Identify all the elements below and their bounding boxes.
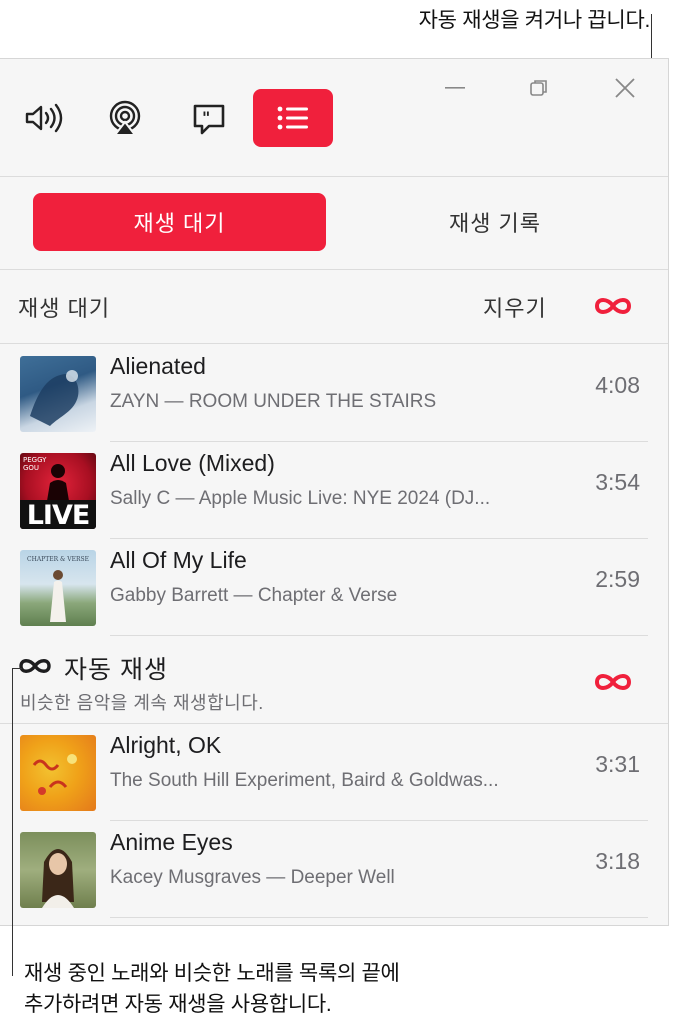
track-title: Alright, OK — [110, 732, 222, 758]
track-duration: 3:54 — [595, 469, 640, 495]
autoplay-infinity-icon — [18, 652, 52, 682]
close-icon — [615, 78, 635, 98]
track-title: All Of My Life — [110, 547, 247, 573]
infinity-icon — [594, 298, 632, 314]
track-artist-album: Sally C — Apple Music Live: NYE 2024 (DJ… — [110, 488, 491, 509]
lyrics-button[interactable]: " — [180, 89, 238, 147]
svg-text:": " — [202, 108, 210, 127]
queue-section-label: 재생 대기 — [18, 296, 111, 321]
queue-row[interactable]: Alienated ZAYN — ROOM UNDER THE STAIRS 4… — [0, 347, 668, 443]
infinity-icon — [594, 674, 632, 690]
clear-button[interactable]: 지우기 — [483, 291, 547, 323]
album-art — [20, 356, 96, 432]
track-title: Anime Eyes — [110, 829, 233, 855]
lyrics-icon: " — [193, 104, 225, 135]
queue-row[interactable]: PEGGY GOU LIVE All Love (Mixed) Sally C … — [0, 444, 668, 540]
track-duration: 4:08 — [595, 372, 640, 398]
autoplay-row[interactable]: Alright, OK The South Hill Experiment, B… — [0, 726, 668, 822]
row-divider — [110, 635, 648, 636]
toolbar-divider — [0, 176, 668, 177]
queue-button[interactable] — [253, 89, 333, 147]
album-art: CHAPTER & VERSE — [20, 550, 96, 626]
minimize-icon — [445, 87, 465, 89]
queue-row[interactable]: CHAPTER & VERSE All Of My Life Gabby Bar… — [0, 541, 668, 637]
album-art-live-text: LIVE — [20, 500, 96, 529]
autoplay-row[interactable]: Anime Eyes Kacey Musgraves — Deeper Well… — [0, 823, 668, 919]
callout-line-1: 재생 중인 노래와 비슷한 노래를 목록의 끝에 — [24, 962, 400, 985]
volume-icon — [25, 103, 63, 133]
music-queue-window: " 재생 대기 재생 기록 재생 대기 지우기 Alienated ZAYN —… — [0, 58, 669, 926]
volume-button[interactable] — [14, 89, 72, 147]
autoplay-toggle-button[interactable] — [594, 291, 632, 321]
track-artist-album: Gabby Barrett — Chapter & Verse — [110, 585, 398, 606]
tabs-divider — [0, 269, 668, 270]
maximize-button[interactable] — [528, 75, 550, 106]
track-artist-album: Kacey Musgraves — Deeper Well — [110, 867, 395, 888]
autoplay-divider — [0, 723, 668, 724]
track-artist-album: The South Hill Experiment, Baird & Goldw… — [110, 770, 499, 791]
row-divider — [110, 917, 648, 918]
minimize-button[interactable] — [444, 75, 466, 106]
callout-line-2: 추가하려면 자동 재생을 사용합니다. — [24, 993, 332, 1016]
album-art-text: CHAPTER & VERSE — [27, 556, 89, 563]
airplay-button[interactable] — [96, 89, 154, 147]
queue-header-divider — [0, 343, 668, 344]
tab-up-next[interactable]: 재생 대기 — [33, 193, 326, 251]
album-art — [20, 832, 96, 908]
track-duration: 3:18 — [595, 848, 640, 874]
callout-tick — [12, 668, 22, 669]
track-title: All Love (Mixed) — [110, 450, 275, 476]
track-title: Alienated — [110, 353, 206, 379]
close-button[interactable] — [614, 75, 636, 106]
callout-autoplay-toggle: 자동 재생을 켜거나 끕니다. — [418, 9, 651, 32]
track-duration: 2:59 — [595, 566, 640, 592]
callout-line — [12, 668, 13, 976]
tab-history[interactable]: 재생 기록 — [360, 193, 630, 251]
queue-list-icon — [277, 106, 308, 130]
toolbar: " — [0, 59, 668, 177]
autoplay-description: 비슷한 음악을 계속 재생합니다. — [20, 693, 264, 713]
album-art — [20, 735, 96, 811]
track-artist-album: ZAYN — ROOM UNDER THE STAIRS — [110, 391, 437, 412]
airplay-icon — [109, 100, 141, 136]
callout-autoplay-explanation: 재생 중인 노래와 비슷한 노래를 목록의 끝에 추가하려면 자동 재생을 사용… — [24, 958, 484, 1020]
row-divider — [110, 441, 648, 442]
restore-icon — [530, 80, 547, 96]
row-divider — [110, 538, 648, 539]
track-duration: 3:31 — [595, 751, 640, 777]
album-art: PEGGY GOU LIVE — [20, 453, 96, 529]
autoplay-title: 자동 재생 — [64, 656, 168, 684]
row-divider — [110, 820, 648, 821]
autoplay-toggle-button-secondary[interactable] — [594, 667, 632, 697]
